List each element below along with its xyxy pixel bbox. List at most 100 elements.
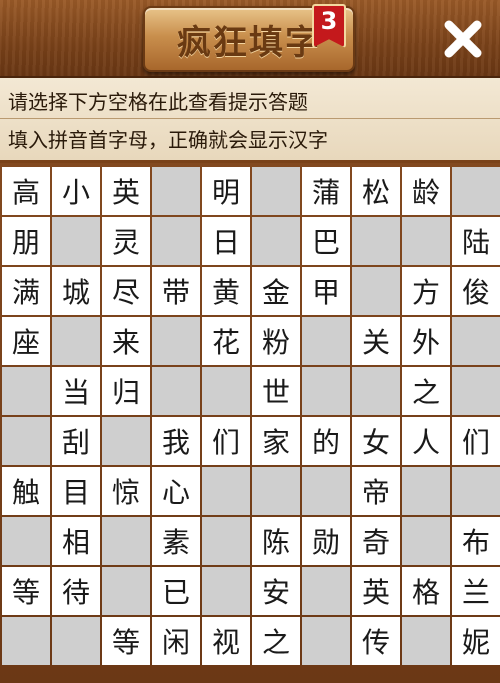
grid-cell-filled[interactable]: 黄 [202, 267, 250, 315]
grid-cell-empty[interactable] [302, 367, 350, 415]
grid-cell-empty[interactable] [152, 167, 200, 215]
grid-cell-filled[interactable]: 来 [102, 317, 150, 365]
grid-cell-filled[interactable]: 尽 [102, 267, 150, 315]
grid-cell-filled[interactable]: 妮 [452, 617, 500, 665]
grid-cell-filled[interactable]: 帝 [352, 467, 400, 515]
grid-cell-filled[interactable]: 蒲 [302, 167, 350, 215]
grid-cell-empty[interactable] [152, 217, 200, 265]
grid-cell-filled[interactable]: 英 [352, 567, 400, 615]
grid-cell-filled[interactable]: 陆 [452, 217, 500, 265]
grid-cell-filled[interactable]: 小 [52, 167, 100, 215]
grid-cell-filled[interactable]: 高 [2, 167, 50, 215]
grid-cell-filled[interactable]: 明 [202, 167, 250, 215]
grid-cell-filled[interactable]: 关 [352, 317, 400, 365]
grid-cell-empty[interactable] [2, 367, 50, 415]
grid-cell-filled[interactable]: 之 [252, 617, 300, 665]
grid-cell-filled[interactable]: 传 [352, 617, 400, 665]
grid-cell-filled[interactable]: 们 [452, 417, 500, 465]
grid-cell-filled[interactable]: 素 [152, 517, 200, 565]
grid-cell-filled[interactable]: 人 [402, 417, 450, 465]
grid-cell-filled[interactable]: 我 [152, 417, 200, 465]
grid-cell-empty[interactable] [252, 167, 300, 215]
grid-cell-filled[interactable]: 布 [452, 517, 500, 565]
grid-cell-filled[interactable]: 家 [252, 417, 300, 465]
grid-cell-filled[interactable]: 归 [102, 367, 150, 415]
grid-cell-empty[interactable] [152, 367, 200, 415]
grid-cell-filled[interactable]: 灵 [102, 217, 150, 265]
grid-cell-empty[interactable] [252, 467, 300, 515]
grid-cell-empty[interactable] [452, 367, 500, 415]
grid-cell-filled[interactable]: 当 [52, 367, 100, 415]
grid-cell-filled[interactable]: 女 [352, 417, 400, 465]
grid-cell-filled[interactable]: 松 [352, 167, 400, 215]
grid-cell-filled[interactable]: 格 [402, 567, 450, 615]
grid-cell-filled[interactable]: 惊 [102, 467, 150, 515]
grid-cell-filled[interactable]: 闲 [152, 617, 200, 665]
grid-cell-filled[interactable]: 等 [2, 567, 50, 615]
grid-cell-filled[interactable]: 满 [2, 267, 50, 315]
grid-cell-empty[interactable] [352, 267, 400, 315]
grid-cell-empty[interactable] [202, 367, 250, 415]
grid-cell-filled[interactable]: 安 [252, 567, 300, 615]
grid-cell-empty[interactable] [202, 517, 250, 565]
grid-cell-filled[interactable]: 英 [102, 167, 150, 215]
grid-cell-empty[interactable] [402, 217, 450, 265]
grid-cell-filled[interactable]: 甲 [302, 267, 350, 315]
grid-cell-filled[interactable]: 勋 [302, 517, 350, 565]
grid-cell-filled[interactable]: 花 [202, 317, 250, 365]
grid-cell-empty[interactable] [102, 417, 150, 465]
grid-cell-empty[interactable] [202, 567, 250, 615]
grid-cell-empty[interactable] [302, 317, 350, 365]
grid-cell-empty[interactable] [302, 567, 350, 615]
grid-cell-filled[interactable]: 世 [252, 367, 300, 415]
grid-cell-filled[interactable]: 刮 [52, 417, 100, 465]
grid-cell-empty[interactable] [402, 617, 450, 665]
grid-cell-filled[interactable]: 触 [2, 467, 50, 515]
grid-cell-filled[interactable]: 等 [102, 617, 150, 665]
grid-cell-empty[interactable] [2, 517, 50, 565]
grid-cell-empty[interactable] [52, 317, 100, 365]
grid-cell-filled[interactable]: 相 [52, 517, 100, 565]
grid-cell-filled[interactable]: 座 [2, 317, 50, 365]
grid-cell-empty[interactable] [302, 617, 350, 665]
grid-cell-empty[interactable] [202, 467, 250, 515]
grid-cell-filled[interactable]: 奇 [352, 517, 400, 565]
grid-cell-empty[interactable] [402, 467, 450, 515]
grid-cell-filled[interactable]: 兰 [452, 567, 500, 615]
grid-cell-empty[interactable] [452, 167, 500, 215]
grid-cell-empty[interactable] [52, 617, 100, 665]
grid-cell-empty[interactable] [52, 217, 100, 265]
grid-cell-filled[interactable]: 城 [52, 267, 100, 315]
grid-cell-empty[interactable] [252, 217, 300, 265]
grid-cell-filled[interactable]: 俊 [452, 267, 500, 315]
grid-cell-empty[interactable] [2, 417, 50, 465]
grid-cell-empty[interactable] [102, 567, 150, 615]
grid-cell-filled[interactable]: 视 [202, 617, 250, 665]
grid-cell-filled[interactable]: 待 [52, 567, 100, 615]
grid-cell-empty[interactable] [2, 617, 50, 665]
grid-cell-empty[interactable] [102, 517, 150, 565]
grid-cell-filled[interactable]: 目 [52, 467, 100, 515]
grid-cell-filled[interactable]: 金 [252, 267, 300, 315]
grid-cell-filled[interactable]: 巴 [302, 217, 350, 265]
grid-cell-empty[interactable] [352, 217, 400, 265]
grid-cell-empty[interactable] [452, 317, 500, 365]
grid-cell-filled[interactable]: 的 [302, 417, 350, 465]
grid-cell-empty[interactable] [402, 517, 450, 565]
grid-cell-filled[interactable]: 粉 [252, 317, 300, 365]
grid-cell-filled[interactable]: 陈 [252, 517, 300, 565]
grid-cell-empty[interactable] [302, 467, 350, 515]
grid-cell-filled[interactable]: 外 [402, 317, 450, 365]
grid-cell-filled[interactable]: 已 [152, 567, 200, 615]
grid-cell-empty[interactable] [152, 317, 200, 365]
grid-cell-filled[interactable]: 之 [402, 367, 450, 415]
grid-cell-filled[interactable]: 龄 [402, 167, 450, 215]
grid-cell-filled[interactable]: 心 [152, 467, 200, 515]
grid-cell-empty[interactable] [352, 367, 400, 415]
grid-cell-filled[interactable]: 朋 [2, 217, 50, 265]
close-button[interactable] [438, 14, 488, 64]
grid-cell-filled[interactable]: 们 [202, 417, 250, 465]
grid-cell-filled[interactable]: 日 [202, 217, 250, 265]
grid-cell-filled[interactable]: 带 [152, 267, 200, 315]
grid-cell-filled[interactable]: 方 [402, 267, 450, 315]
